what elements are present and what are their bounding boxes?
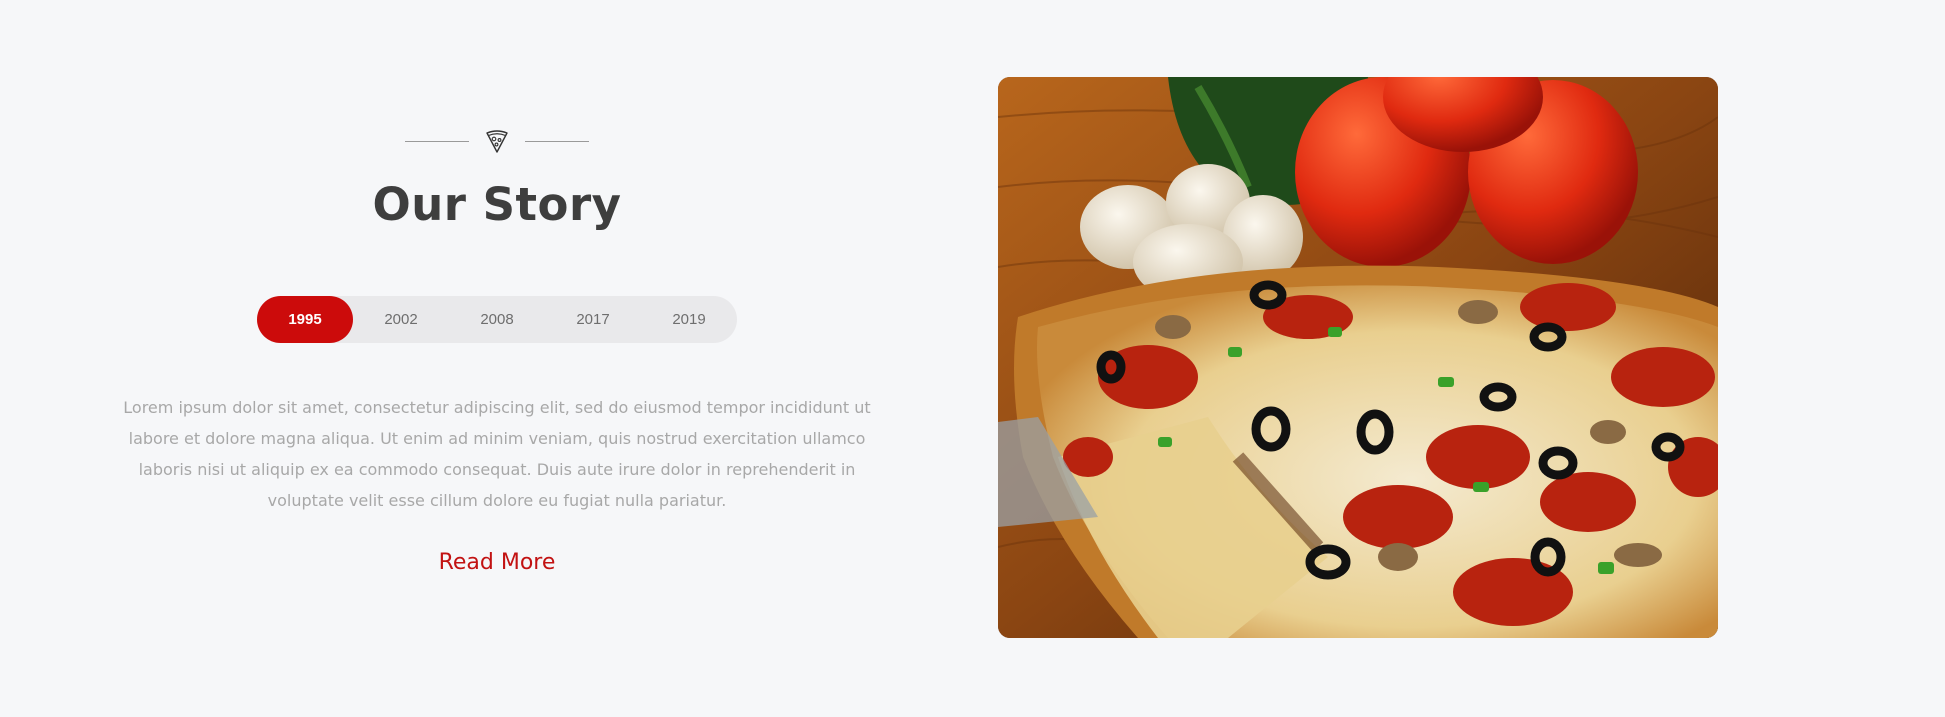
tab-year-2002[interactable]: 2002 [353, 296, 449, 343]
tab-year-2017[interactable]: 2017 [545, 296, 641, 343]
pizza-photo [998, 77, 1718, 638]
section-title: Our Story [372, 178, 622, 231]
read-more-link[interactable]: Read More [100, 550, 894, 575]
our-story-section: Our Story 1995 2002 2008 2017 2019 Lorem… [0, 0, 1945, 717]
story-content: Our Story 1995 2002 2008 2017 2019 Lorem… [100, 0, 894, 717]
tab-year-1995[interactable]: 1995 [257, 296, 353, 343]
divider-line-left [405, 141, 469, 142]
story-paragraph: Lorem ipsum dolor sit amet, consectetur … [123, 398, 871, 510]
year-tabs: 1995 2002 2008 2017 2019 [257, 296, 737, 343]
pizza-slice-icon [484, 128, 510, 154]
divider-line-right [525, 141, 589, 142]
tab-year-2019[interactable]: 2019 [641, 296, 737, 343]
section-divider [405, 128, 589, 154]
tab-year-2008[interactable]: 2008 [449, 296, 545, 343]
